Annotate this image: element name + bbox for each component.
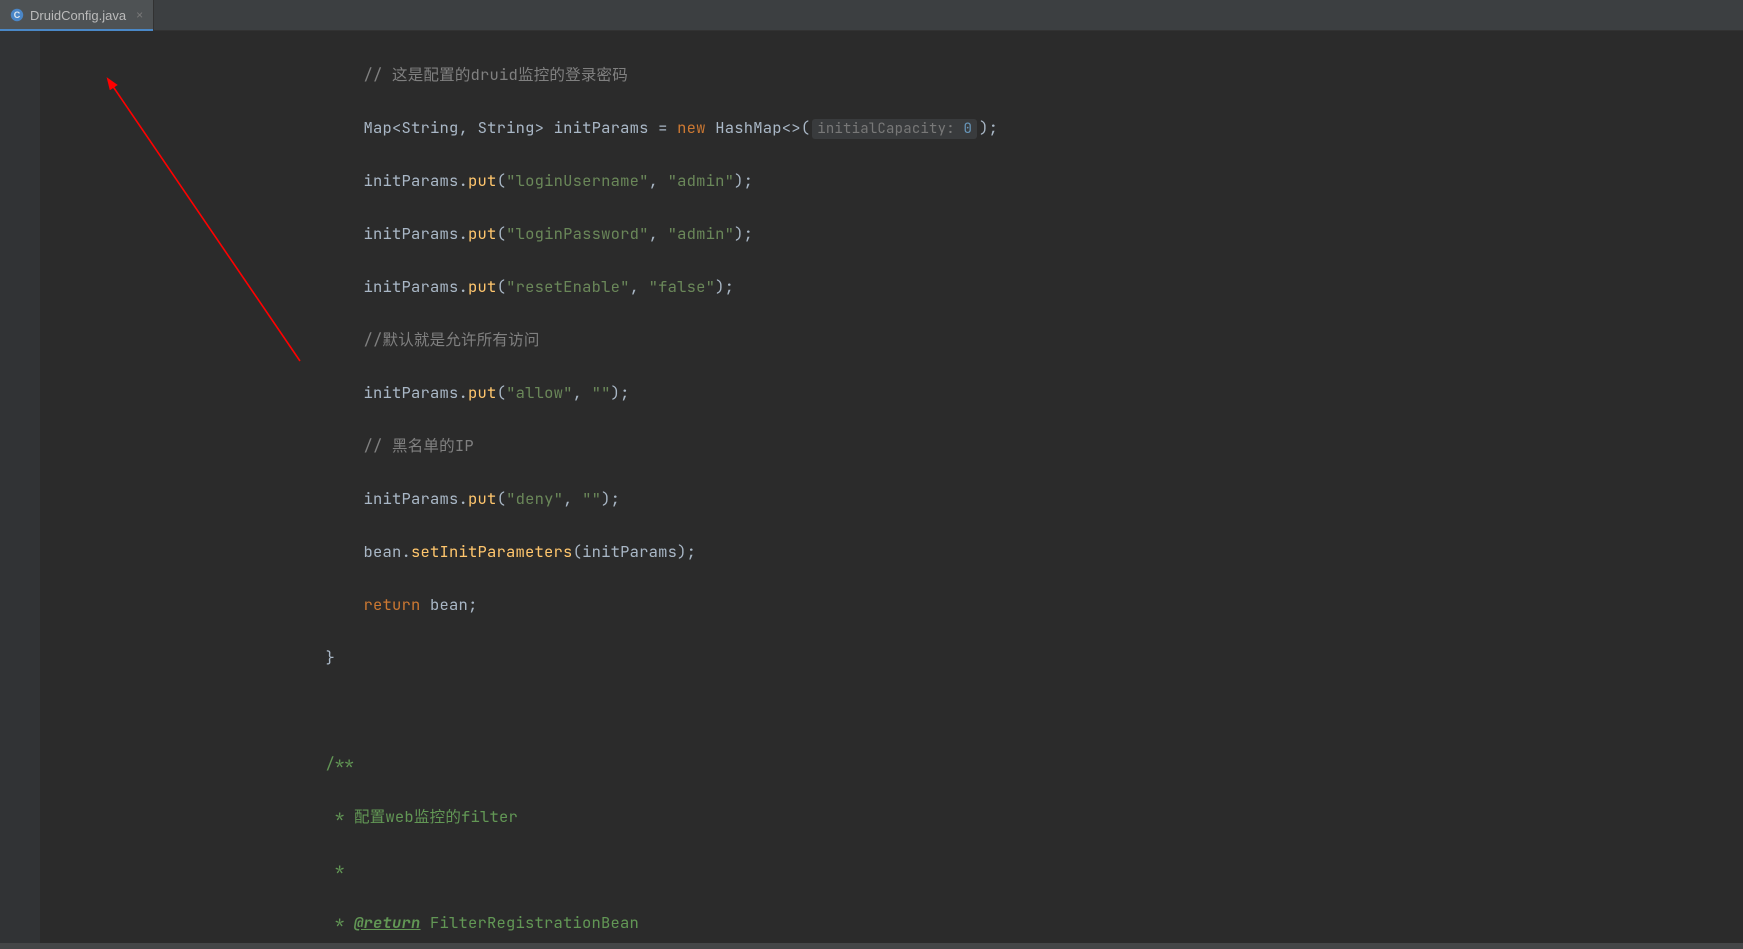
- close-icon[interactable]: ×: [136, 8, 143, 22]
- code-comment: //默认就是允许所有访问: [364, 329, 540, 350]
- ide-window: C DruidConfig.java × // 这是配置的druid监控的登录密…: [0, 0, 1743, 949]
- code-area[interactable]: // 这是配置的druid监控的登录密码 Map<String, String>…: [40, 31, 1743, 943]
- svg-text:C: C: [14, 10, 21, 20]
- editor-gutter: [0, 31, 40, 943]
- inlay-hint: initialCapacity: 0: [812, 119, 977, 139]
- code-editor[interactable]: // 这是配置的druid监控的登录密码 Map<String, String>…: [0, 31, 1743, 943]
- javadoc-open: /**: [326, 753, 355, 774]
- code-comment: // 黑名单的IP: [364, 435, 474, 456]
- editor-tab-bar: C DruidConfig.java ×: [0, 0, 1743, 31]
- javadoc-return-tag: @return: [354, 912, 421, 933]
- editor-tab-druidconfig[interactable]: C DruidConfig.java ×: [0, 0, 154, 30]
- code-comment: // 这是配置的druid监控的登录密码: [364, 64, 628, 85]
- status-bar: [0, 943, 1743, 949]
- tab-filename: DruidConfig.java: [30, 8, 126, 23]
- java-class-icon: C: [10, 8, 24, 22]
